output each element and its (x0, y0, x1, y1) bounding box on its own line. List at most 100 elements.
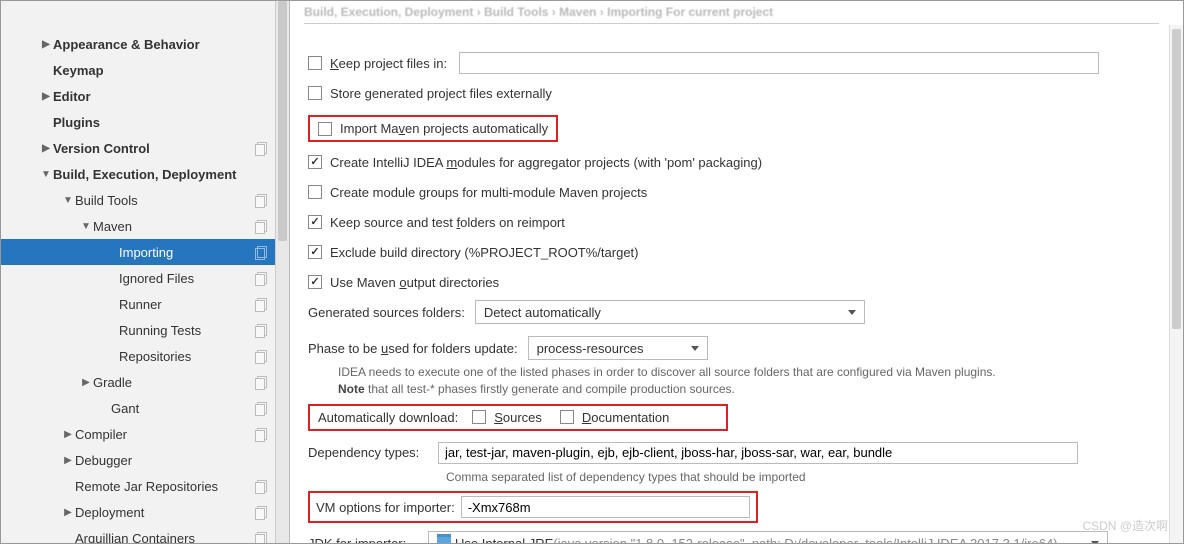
keep-source-label: Keep source and test folders on reimport (330, 215, 565, 230)
dependency-types-label: Dependency types: (308, 445, 438, 460)
project-scope-icon (255, 272, 267, 284)
expand-arrow-icon[interactable]: ▶ (79, 377, 93, 388)
create-groups-label: Create module groups for multi-module Ma… (330, 185, 647, 200)
exclude-build-label: Exclude build directory (%PROJECT_ROOT%/… (330, 245, 638, 260)
tree-item-runner[interactable]: Runner (1, 291, 289, 317)
phase-label: Phase to be used for folders update: (308, 341, 518, 356)
project-scope-icon (255, 480, 267, 492)
tree-item-build-tools[interactable]: ▼Build Tools (1, 187, 289, 213)
tree-item-gradle[interactable]: ▶Gradle (1, 369, 289, 395)
dependency-types-input[interactable] (438, 442, 1078, 464)
sources-label: Sources (494, 410, 542, 425)
keep-files-path-input[interactable] (459, 52, 1099, 74)
create-modules-checkbox[interactable] (308, 155, 322, 169)
keep-source-checkbox[interactable] (308, 215, 322, 229)
expand-arrow-icon[interactable]: ▼ (79, 221, 93, 232)
exclude-build-checkbox[interactable] (308, 245, 322, 259)
store-external-checkbox[interactable] (308, 86, 322, 100)
tree-item-importing[interactable]: Importing (1, 239, 289, 265)
tree-item-build-execution-deployment[interactable]: ▼Build, Execution, Deployment (1, 161, 289, 187)
import-auto-checkbox[interactable] (318, 122, 332, 136)
tree-item-label: Plugins (53, 115, 100, 130)
use-output-label: Use Maven output directories (330, 275, 499, 290)
tree-item-gant[interactable]: Gant (1, 395, 289, 421)
generated-sources-select[interactable]: Detect automatically (475, 300, 865, 324)
tree-item-label: Deployment (75, 505, 144, 520)
project-scope-icon (255, 324, 267, 336)
project-scope-icon (255, 376, 267, 388)
sources-checkbox[interactable] (472, 410, 486, 424)
watermark: CSDN @造次啊 (1082, 517, 1168, 534)
tree-item-running-tests[interactable]: Running Tests (1, 317, 289, 343)
tree-item-keymap[interactable]: Keymap (1, 57, 289, 83)
tree-item-editor[interactable]: ▶Editor (1, 83, 289, 109)
project-scope-icon (255, 194, 267, 206)
jdk-importer-label: JDK for importer: (308, 536, 428, 543)
expand-arrow-icon[interactable]: ▼ (61, 195, 75, 206)
keep-files-checkbox[interactable] (308, 56, 322, 70)
expand-arrow-icon[interactable]: ▶ (39, 91, 53, 102)
phase-hint: IDEA needs to execute one of the listed … (338, 364, 1149, 398)
tree-item-arquillian-containers[interactable]: Arquillian Containers (1, 525, 289, 543)
create-groups-checkbox[interactable] (308, 185, 322, 199)
tree-item-label: Ignored Files (119, 271, 194, 286)
vm-options-input[interactable] (461, 496, 750, 518)
tree-item-debugger[interactable]: ▶Debugger (1, 447, 289, 473)
tree-item-version-control[interactable]: ▶Version Control (1, 135, 289, 161)
tree-item-deployment[interactable]: ▶Deployment (1, 499, 289, 525)
keep-files-label: eep project files in: (339, 56, 447, 71)
phase-select[interactable]: process-resources (528, 336, 708, 360)
tree-item-label: Gant (111, 401, 139, 416)
sidebar-scrollbar[interactable] (275, 1, 289, 543)
tree-item-label: Importing (119, 245, 173, 260)
expand-arrow-icon[interactable]: ▶ (61, 429, 75, 440)
project-scope-icon (255, 298, 267, 310)
settings-main-panel: Build, Execution, Deployment › Build Too… (290, 1, 1183, 543)
expand-arrow-icon[interactable]: ▶ (39, 39, 53, 50)
tree-item-label: Runner (119, 297, 162, 312)
expand-arrow-icon[interactable]: ▶ (61, 455, 75, 466)
auto-download-label: Automatically download: (318, 410, 458, 425)
tree-item-ignored-files[interactable]: Ignored Files (1, 265, 289, 291)
vm-options-label: VM options for importer: (316, 500, 455, 515)
project-scope-icon (255, 506, 267, 518)
expand-arrow-icon[interactable]: ▶ (39, 143, 53, 154)
tree-item-label: Gradle (93, 375, 132, 390)
project-scope-icon (255, 220, 267, 232)
tree-item-label: Repositories (119, 349, 191, 364)
project-scope-icon (255, 142, 267, 154)
tree-item-compiler[interactable]: ▶Compiler (1, 421, 289, 447)
tree-item-label: Editor (53, 89, 91, 104)
tree-item-appearance-behavior[interactable]: ▶Appearance & Behavior (1, 31, 289, 57)
tree-item-remote-jar-repositories[interactable]: Remote Jar Repositories (1, 473, 289, 499)
documentation-label: Documentation (582, 410, 669, 425)
tree-item-label: Remote Jar Repositories (75, 479, 218, 494)
tree-item-label: Build, Execution, Deployment (53, 167, 236, 182)
tree-item-label: Keymap (53, 63, 104, 78)
tree-item-plugins[interactable]: Plugins (1, 109, 289, 135)
tree-item-label: Build Tools (75, 193, 138, 208)
tree-item-repositories[interactable]: Repositories (1, 343, 289, 369)
expand-arrow-icon[interactable]: ▶ (61, 507, 75, 518)
use-output-checkbox[interactable] (308, 275, 322, 289)
main-scrollbar[interactable] (1169, 25, 1183, 543)
project-scope-icon (255, 428, 267, 440)
settings-sidebar: ▶Appearance & BehaviorKeymap▶EditorPlugi… (1, 1, 290, 543)
tree-item-maven[interactable]: ▼Maven (1, 213, 289, 239)
tree-item-label: Arquillian Containers (75, 531, 195, 544)
jdk-icon (437, 537, 451, 543)
tree-item-label: Running Tests (119, 323, 201, 338)
jdk-importer-select[interactable]: Use Internal JRE (java version "1.8.0_15… (428, 531, 1108, 543)
project-scope-icon (255, 402, 267, 414)
store-external-label: Store generated project files externally (330, 86, 552, 101)
expand-arrow-icon[interactable]: ▼ (39, 169, 53, 180)
documentation-checkbox[interactable] (560, 410, 574, 424)
project-scope-icon (255, 246, 267, 258)
generated-sources-label: Generated sources folders: (308, 305, 465, 320)
import-auto-label: Import Maven projects automatically (340, 121, 548, 136)
tree-item-label: Version Control (53, 141, 150, 156)
create-modules-label: Create IntelliJ IDEA modules for aggrega… (330, 155, 762, 170)
tree-item-label: Debugger (75, 453, 132, 468)
project-scope-icon (255, 350, 267, 362)
dependency-types-hint: Comma separated list of dependency types… (446, 469, 1149, 486)
